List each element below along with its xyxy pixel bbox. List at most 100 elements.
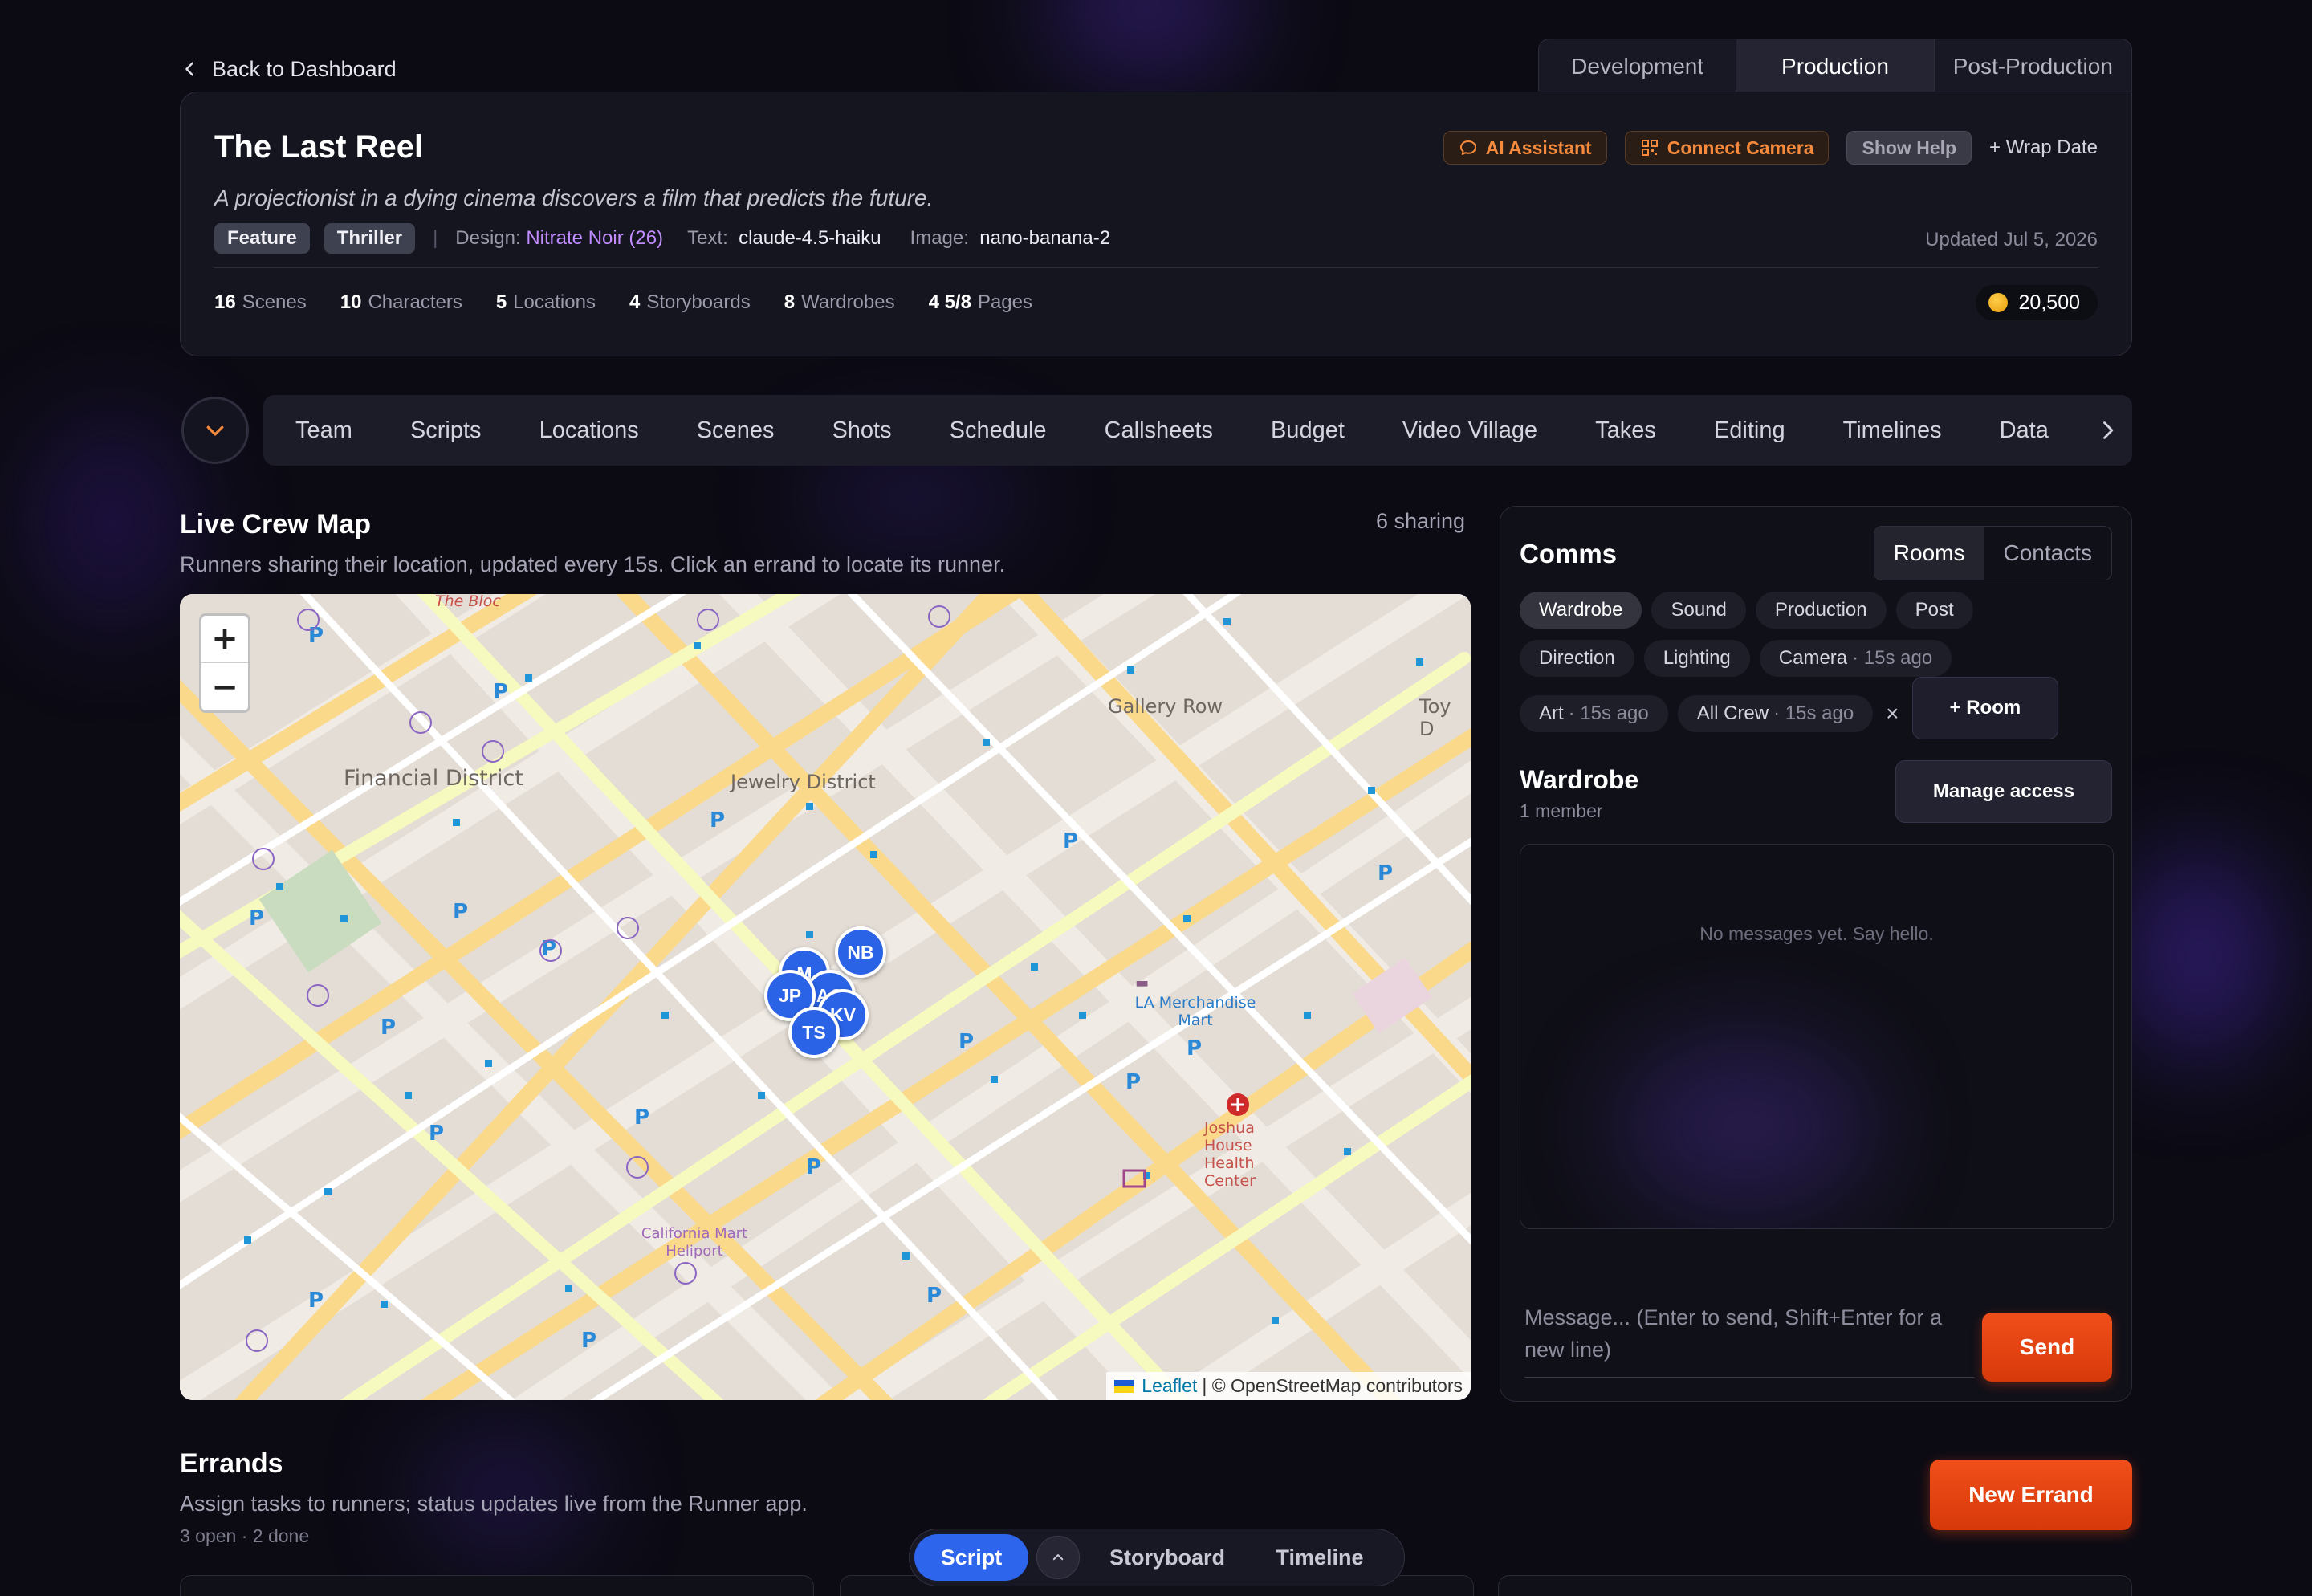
- room-post[interactable]: Post: [1895, 592, 1973, 629]
- room-production[interactable]: Production: [1755, 592, 1887, 629]
- svg-text:P: P: [249, 906, 264, 930]
- ai-assistant-label: AI Assistant: [1485, 136, 1592, 158]
- empty-state: No messages yet. Say hello.: [1699, 923, 1934, 944]
- svg-text:P: P: [381, 1016, 396, 1040]
- nav-team[interactable]: Team: [263, 395, 381, 466]
- room-direction[interactable]: Direction: [1520, 640, 1634, 677]
- room-lighting[interactable]: Lighting: [1643, 640, 1750, 677]
- view-timeline[interactable]: Timeline: [1244, 1534, 1396, 1581]
- svg-text:P: P: [429, 1122, 444, 1146]
- nav-scroll-right[interactable]: [2082, 395, 2132, 466]
- nav-callsheets[interactable]: Callsheets: [1076, 395, 1242, 466]
- stat-pages[interactable]: 4 5/8 Pages: [929, 291, 1032, 314]
- map-label-joshua-house: Joshua House Health Center: [1204, 1119, 1256, 1190]
- nav-shots[interactable]: Shots: [803, 395, 920, 466]
- room-art[interactable]: Art · 15s ago: [1520, 695, 1668, 732]
- design-label: Design: Nitrate Noir (26): [455, 227, 664, 249]
- chat-bubble-icon: [1459, 140, 1476, 155]
- zoom-in-button[interactable]: +: [201, 616, 248, 663]
- connect-camera-button[interactable]: Connect Camera: [1624, 131, 1830, 165]
- wrap-date-button[interactable]: + Wrap Date: [1989, 131, 2098, 165]
- nav-budget[interactable]: Budget: [1242, 395, 1374, 466]
- zoom-out-button[interactable]: −: [201, 663, 248, 710]
- credits-value: 20,500: [2018, 291, 2080, 314]
- chevron-up-icon: [1052, 1554, 1064, 1561]
- nav-editing[interactable]: Editing: [1685, 395, 1814, 466]
- map-zoom-controls: + −: [199, 613, 250, 713]
- svg-text:P: P: [1063, 829, 1078, 853]
- qr-code-icon: [1641, 140, 1658, 156]
- errands-subtitle: Assign tasks to runners; status updates …: [180, 1492, 808, 1516]
- ukraine-flag-icon: [1114, 1379, 1134, 1393]
- map-label-gallery-row: Gallery Row: [1108, 695, 1223, 718]
- view-switcher: Script Storyboard Timeline: [909, 1529, 1405, 1586]
- leaflet-link[interactable]: Leaflet: [1142, 1375, 1197, 1397]
- map-attribution: Leaflet | © OpenStreetMap contributors: [1106, 1372, 1471, 1400]
- runner-marker[interactable]: NB: [835, 926, 886, 978]
- credits-badge[interactable]: 20,500: [1975, 285, 2098, 320]
- tab-development[interactable]: Development: [1539, 39, 1737, 93]
- svg-text:P: P: [710, 808, 725, 833]
- view-storyboard[interactable]: Storyboard: [1091, 1534, 1244, 1581]
- new-errand-button[interactable]: New Errand: [1930, 1460, 2132, 1530]
- map-label-the-bloc: The Bloc: [435, 594, 501, 610]
- message-input[interactable]: Message... (Enter to send, Shift+Enter f…: [1524, 1301, 1974, 1378]
- nav-timelines[interactable]: Timelines: [1814, 395, 1971, 466]
- nav-locations[interactable]: Locations: [511, 395, 668, 466]
- nav-schedule[interactable]: Schedule: [921, 395, 1076, 466]
- stat-locations[interactable]: 5 Locations: [496, 291, 596, 314]
- show-help-button[interactable]: Show Help: [1846, 131, 1972, 165]
- genre-tag: Thriller: [324, 223, 416, 254]
- errands-title: Errands: [180, 1448, 283, 1479]
- image-model: Image: nano-banana-2: [910, 227, 1111, 249]
- design-value[interactable]: Nitrate Noir (26): [526, 227, 663, 249]
- svg-text:P: P: [1125, 1070, 1141, 1094]
- stat-characters[interactable]: 10 Characters: [340, 291, 462, 314]
- svg-text:P: P: [453, 900, 468, 924]
- bg-glow: [32, 417, 193, 626]
- svg-text:P: P: [1378, 861, 1393, 886]
- chevron-left-icon: [185, 62, 193, 76]
- stat-scenes[interactable]: 16 Scenes: [214, 291, 307, 314]
- tab-contacts[interactable]: Contacts: [1984, 527, 2111, 580]
- svg-text:P: P: [634, 1105, 649, 1130]
- osm-attribution: | © OpenStreetMap contributors: [1202, 1375, 1463, 1396]
- manage-access-button[interactable]: Manage access: [1895, 760, 2112, 823]
- stat-storyboards[interactable]: 4 Storyboards: [629, 291, 751, 314]
- tab-post-production[interactable]: Post-Production: [1935, 39, 2131, 93]
- remove-room-icon[interactable]: ×: [1886, 701, 1899, 727]
- nav-takes[interactable]: Takes: [1566, 395, 1685, 466]
- ai-assistant-button[interactable]: AI Assistant: [1443, 131, 1607, 165]
- nav-scripts[interactable]: Scripts: [381, 395, 511, 466]
- room-sound[interactable]: Sound: [1651, 592, 1746, 629]
- stat-wardrobes[interactable]: 8 Wardrobes: [784, 291, 895, 314]
- svg-text:P: P: [1187, 1036, 1202, 1061]
- tab-rooms[interactable]: Rooms: [1874, 527, 1984, 580]
- connect-camera-label: Connect Camera: [1667, 136, 1814, 158]
- crew-map[interactable]: PPP PPP PPP PPP PPP PPP ▬ The Bloc Finan…: [180, 594, 1471, 1400]
- nav-data[interactable]: Data: [1971, 395, 2078, 466]
- errand-card[interactable]: [1498, 1575, 2132, 1596]
- room-camera[interactable]: Camera · 15s ago: [1759, 640, 1952, 677]
- view-script[interactable]: Script: [914, 1534, 1028, 1581]
- room-wardrobe[interactable]: Wardrobe: [1520, 592, 1642, 629]
- nav-collapse-toggle[interactable]: [181, 397, 249, 464]
- map-label-toy-district: Toy D: [1419, 695, 1451, 740]
- send-button[interactable]: Send: [1982, 1313, 2112, 1382]
- map-label-merchandise-mart: LA Merchandise Mart: [1134, 994, 1256, 1029]
- tab-production[interactable]: Production: [1736, 39, 1935, 93]
- map-label-jewelry-district: Jewelry District: [731, 771, 876, 793]
- svg-text:P: P: [308, 1289, 324, 1313]
- crew-map-title: Live Crew Map: [180, 509, 372, 539]
- errand-card[interactable]: [180, 1575, 814, 1596]
- runner-marker[interactable]: TS: [788, 1007, 840, 1058]
- nav-scenes[interactable]: Scenes: [668, 395, 804, 466]
- back-to-dashboard-link[interactable]: Back to Dashboard: [181, 55, 397, 83]
- project-actions: AI Assistant Connect Camera Show Help + …: [1443, 131, 2098, 165]
- nav-video-village[interactable]: Video Village: [1374, 395, 1566, 466]
- room-list: Wardrobe Sound Production Post Direction…: [1520, 592, 2114, 751]
- room-all-crew[interactable]: All Crew · 15s ago: [1677, 695, 1874, 732]
- view-switch-toggle[interactable]: [1036, 1536, 1080, 1579]
- project-logline: A projectionist in a dying cinema discov…: [214, 185, 934, 210]
- add-room-button[interactable]: + Room: [1911, 677, 2059, 739]
